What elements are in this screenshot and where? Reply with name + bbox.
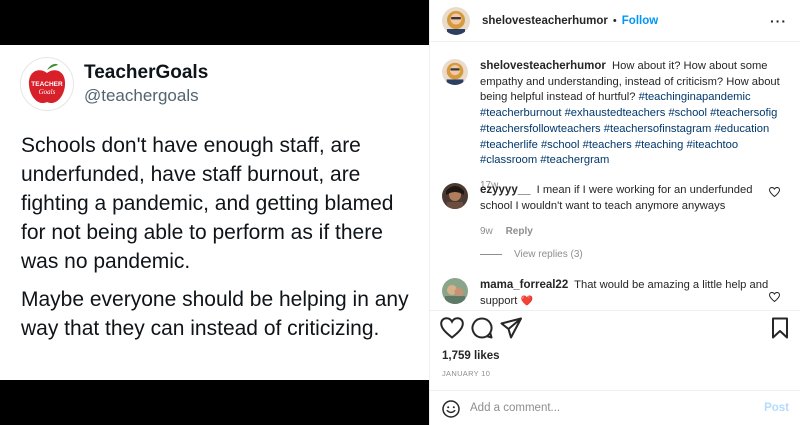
comment-username[interactable]: mama_forreal22 <box>480 279 568 291</box>
logo-text-bottom: Goals <box>39 88 56 96</box>
post-media[interactable]: TEACHER Goals TeacherGoals @teachergoals… <box>0 0 429 425</box>
comment-bubble-icon[interactable] <box>471 317 493 344</box>
comment-text: mama_forreal22 That would be amazing a l… <box>480 278 770 309</box>
caption-text: shelovesteacherhumor How about it? How a… <box>480 59 798 194</box>
comment-username[interactable]: ezyyyy__ <box>480 184 531 196</box>
view-replies-label[interactable]: View replies (3) <box>514 249 583 260</box>
comment-avatar[interactable] <box>442 278 468 304</box>
post-header: shelovesteacherhumor • Follow ··· <box>430 0 800 42</box>
caption-avatar[interactable] <box>442 59 468 85</box>
comments-list[interactable]: shelovesteacherhumor How about it? How a… <box>430 42 800 310</box>
author-avatar[interactable] <box>442 6 470 35</box>
add-comment-bar: Post <box>430 390 800 425</box>
comment-meta: 9w Reply <box>480 224 770 240</box>
caption-username[interactable]: shelovesteacherhumor <box>480 60 606 72</box>
reply-button[interactable]: Reply <box>506 226 533 237</box>
post-side-panel: shelovesteacherhumor • Follow ··· shelov… <box>429 0 800 425</box>
post-date: JANUARY 10 <box>442 369 491 378</box>
view-replies-button[interactable]: View replies (3) <box>480 249 583 260</box>
apple-logo-icon: TEACHER Goals <box>28 63 66 104</box>
tweet-author-name: TeacherGoals <box>84 61 209 83</box>
red-heart-emoji: ❤️ <box>520 295 533 307</box>
post-comment-button[interactable]: Post <box>764 402 789 414</box>
tweet-card: TEACHER Goals TeacherGoals @teachergoals… <box>0 45 429 380</box>
comment-avatar[interactable] <box>442 183 468 209</box>
share-paper-plane-icon[interactable] <box>500 317 522 344</box>
view-replies-line <box>480 254 502 255</box>
header-username[interactable]: shelovesteacherhumor <box>482 15 608 27</box>
comment-age: 9w <box>480 226 493 237</box>
tweet-paragraph-2: Maybe everyone should be helping in any … <box>21 288 409 340</box>
tweet-author-handle: @teachergoals <box>84 85 199 105</box>
likes-count[interactable]: 1,759 likes <box>442 350 500 362</box>
teachergoals-logo: TEACHER Goals <box>20 57 74 111</box>
tweet-body: Schools don't have enough staff, are und… <box>21 131 416 352</box>
logo-text-top: TEACHER <box>31 81 63 88</box>
add-comment-input[interactable] <box>470 397 740 419</box>
post-actions: 1,759 likes JANUARY 10 <box>430 310 800 378</box>
tweet-header: TEACHER Goals TeacherGoals @teachergoals <box>20 57 208 111</box>
follow-button[interactable]: Follow <box>622 15 658 27</box>
more-options-icon[interactable]: ··· <box>770 13 787 29</box>
header-separator: • <box>612 14 617 27</box>
like-heart-icon[interactable] <box>440 317 464 344</box>
emoji-icon[interactable] <box>442 400 460 423</box>
tweet-paragraph-1: Schools don't have enough staff, are und… <box>21 134 394 273</box>
comment-like-heart-icon[interactable] <box>768 291 781 305</box>
save-bookmark-icon[interactable] <box>771 317 789 344</box>
comment-text: ezyyyy__ I mean if I were working for an… <box>480 183 770 240</box>
comment-like-heart-icon[interactable] <box>768 186 781 200</box>
